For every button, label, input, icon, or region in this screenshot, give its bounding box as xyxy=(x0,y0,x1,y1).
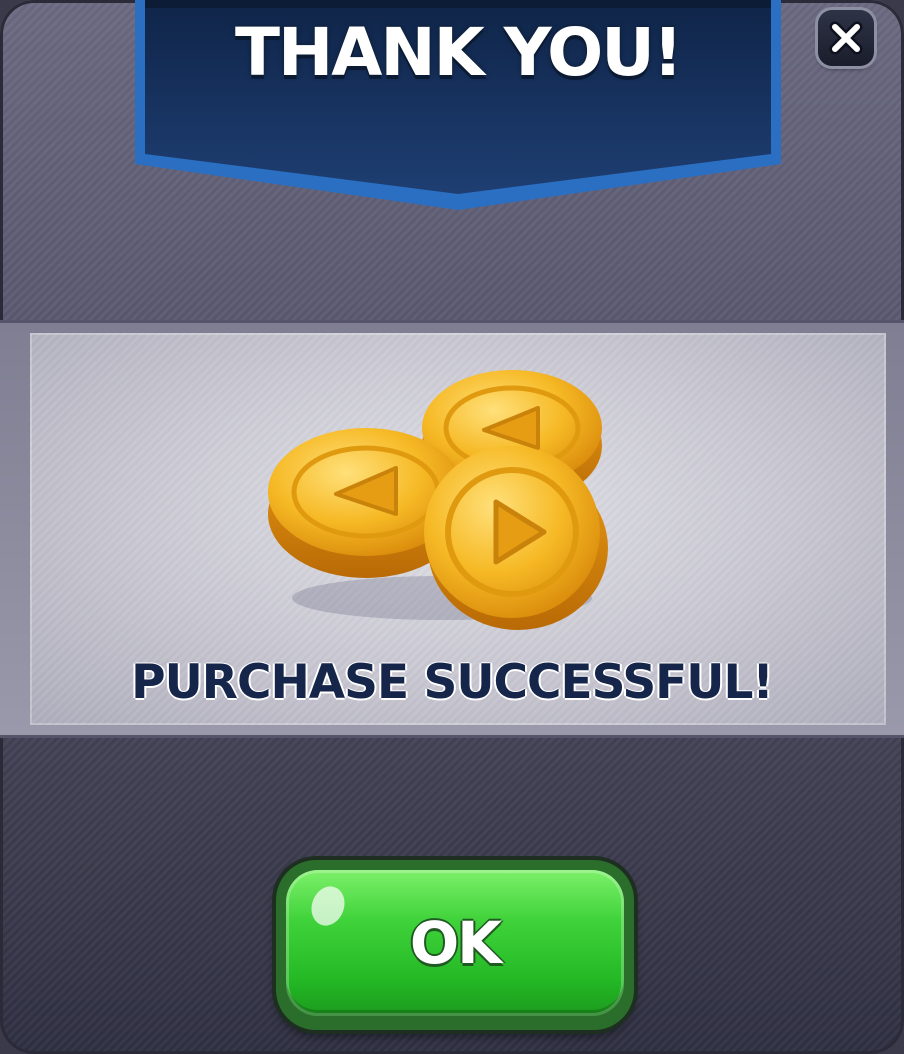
close-icon xyxy=(829,21,863,55)
purchase-dialog: THANK YOU! PURCHASE SUCCESSFUL! OK xyxy=(0,0,904,1054)
title-banner: THANK YOU! xyxy=(135,0,781,210)
ok-button-shine xyxy=(306,881,350,931)
dialog-title: THANK YOU! xyxy=(235,14,683,91)
coin-stack-icon xyxy=(268,370,608,630)
close-button[interactable] xyxy=(818,10,874,66)
ok-button-frame: OK xyxy=(276,860,634,1030)
ok-button-label: OK xyxy=(409,909,502,977)
purchase-message: PURCHASE SUCCESSFUL! xyxy=(131,655,774,710)
ok-button[interactable]: OK xyxy=(286,870,624,1016)
